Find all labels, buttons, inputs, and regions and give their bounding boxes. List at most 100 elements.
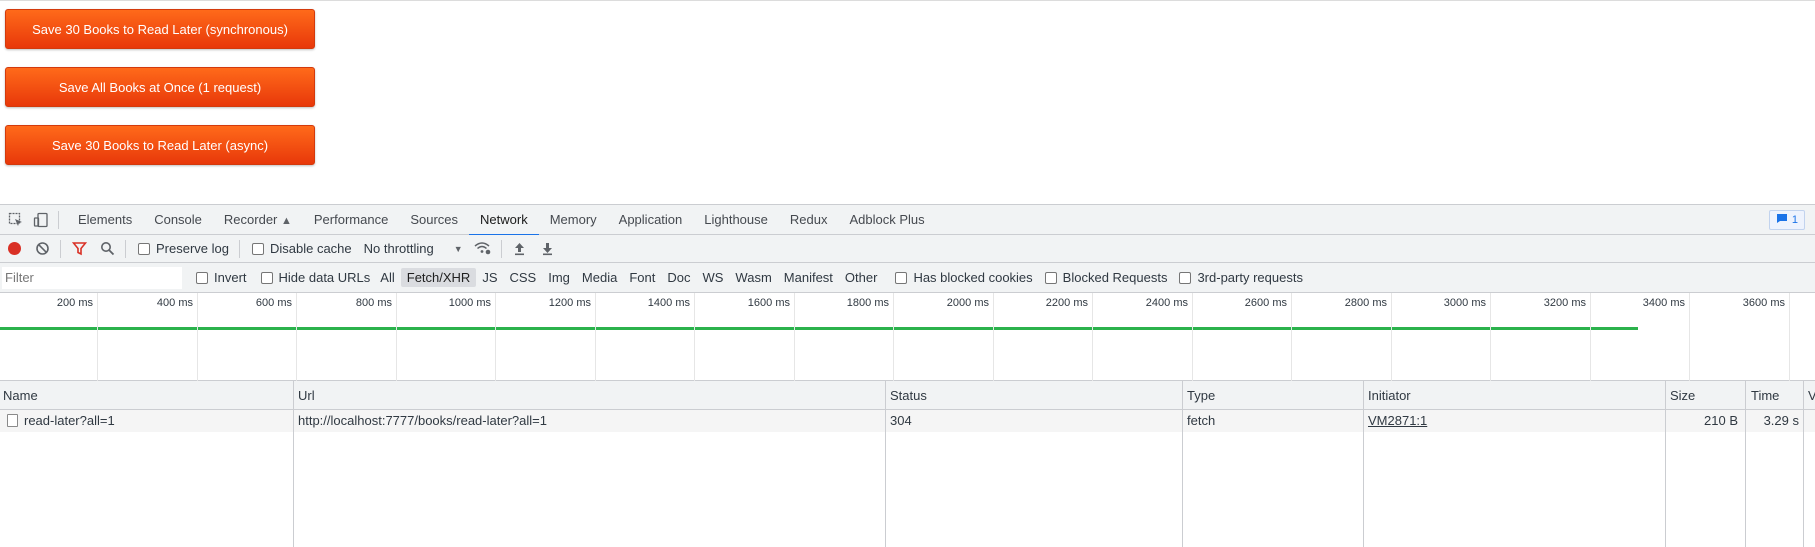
table-header: Name Url Status Type Initiator Size Time… — [0, 381, 1815, 410]
save-all-books-button[interactable]: Save All Books at Once (1 request) — [5, 67, 315, 107]
filter-type-font[interactable]: Font — [623, 268, 661, 287]
checkbox-box — [260, 271, 273, 284]
timeline-gridline — [1291, 293, 1292, 381]
filter-input[interactable]: Filter — [2, 266, 182, 289]
top-divider — [0, 0, 1815, 1]
throttling-select[interactable]: No throttling ▼ — [364, 241, 463, 256]
column-divider[interactable] — [1182, 381, 1183, 547]
timeline-gridline — [1192, 293, 1193, 381]
wifi-settings-icon — [474, 242, 490, 255]
filter-type-css[interactable]: CSS — [504, 268, 543, 287]
search-button[interactable] — [93, 235, 121, 263]
column-header-size[interactable]: Size — [1667, 381, 1747, 410]
devtools-tabbar: Elements Console Recorder ▲ Performance … — [0, 205, 1815, 236]
messages-count: 1 — [1791, 214, 1798, 226]
checkbox-box — [895, 271, 908, 284]
filter-type-media[interactable]: Media — [576, 268, 623, 287]
timeline-tick-label: 800 ms — [355, 297, 392, 309]
column-header-name[interactable]: Name — [0, 381, 293, 410]
timeline-gridline — [1789, 293, 1790, 381]
chevron-down-icon: ▼ — [453, 243, 463, 254]
filter-type-doc[interactable]: Doc — [661, 268, 696, 287]
import-har-button[interactable] — [506, 235, 534, 263]
column-header-time[interactable]: Time — [1748, 381, 1803, 410]
timeline-gridline — [595, 293, 596, 381]
request-size: 210 B — [1704, 413, 1738, 428]
third-party-requests-label: 3rd-party requests — [1197, 270, 1303, 285]
invert-checkbox[interactable]: Invert — [196, 270, 247, 285]
timeline-tick-label: 1000 ms — [448, 297, 491, 309]
timeline-gridline — [396, 293, 397, 381]
filter-type-img[interactable]: Img — [542, 268, 576, 287]
save-30-books-async-button[interactable]: Save 30 Books to Read Later (async) — [5, 125, 315, 165]
tab-recorder[interactable]: Recorder ▲ — [213, 205, 303, 235]
inspect-element-icon[interactable] — [7, 211, 25, 229]
tab-sources[interactable]: Sources — [399, 205, 469, 235]
column-divider[interactable] — [1803, 381, 1804, 547]
request-initiator-link[interactable]: VM2871:1 — [1365, 410, 1665, 432]
checkbox-box — [1044, 271, 1057, 284]
disable-cache-checkbox[interactable]: Disable cache — [251, 241, 352, 256]
throttling-value: No throttling — [363, 241, 434, 256]
tab-recorder-label: Recorder — [223, 211, 278, 227]
filter-type-other[interactable]: Other — [839, 268, 884, 287]
column-divider[interactable] — [293, 381, 294, 547]
filter-toggle-button[interactable] — [65, 235, 93, 263]
save-30-books-sync-button[interactable]: Save 30 Books to Read Later (synchronous… — [5, 9, 315, 49]
tab-elements[interactable]: Elements — [67, 205, 143, 235]
preserve-log-checkbox[interactable]: Preserve log — [138, 241, 229, 256]
messages-badge[interactable]: 1 — [1768, 210, 1805, 230]
filter-type-ws[interactable]: WS — [696, 268, 729, 287]
tab-redux[interactable]: Redux — [779, 205, 839, 235]
export-har-button[interactable] — [534, 235, 562, 263]
column-header-waterfall[interactable]: V — [1805, 381, 1815, 410]
page: Save 30 Books to Read Later (synchronous… — [0, 0, 1815, 547]
filter-type-manifest[interactable]: Manifest — [778, 268, 839, 287]
column-divider[interactable] — [1665, 381, 1666, 547]
tab-console[interactable]: Console — [143, 205, 213, 235]
third-party-requests-checkbox[interactable]: 3rd-party requests — [1179, 270, 1303, 285]
timeline-tick-label: 2800 ms — [1344, 297, 1387, 309]
timeline-tick-label: 3600 ms — [1742, 297, 1785, 309]
has-blocked-cookies-checkbox[interactable]: Has blocked cookies — [895, 270, 1033, 285]
message-icon — [1776, 213, 1788, 227]
timeline-gridline — [296, 293, 297, 381]
filter-icon — [71, 242, 87, 256]
filter-type-js[interactable]: JS — [476, 268, 503, 287]
column-header-type[interactable]: Type — [1184, 381, 1364, 410]
blocked-requests-checkbox[interactable]: Blocked Requests — [1044, 270, 1167, 285]
table-row[interactable]: read-later?all=1 http://localhost:7777/b… — [0, 410, 1815, 432]
tab-adblock-plus[interactable]: Adblock Plus — [838, 205, 935, 235]
filter-type-all[interactable]: All — [374, 268, 400, 287]
clear-button[interactable] — [28, 235, 56, 263]
column-divider[interactable] — [885, 381, 886, 547]
tabbar-separator — [58, 210, 59, 229]
hide-data-urls-checkbox[interactable]: Hide data URLs — [260, 270, 370, 285]
tab-performance[interactable]: Performance — [303, 205, 399, 235]
search-icon — [100, 242, 114, 256]
fetch-file-icon — [7, 414, 18, 427]
column-header-status[interactable]: Status — [887, 381, 1181, 410]
timeline-gridline — [197, 293, 198, 381]
device-toolbar-icon[interactable] — [32, 211, 50, 229]
tab-lighthouse[interactable]: Lighthouse — [693, 205, 779, 235]
tab-network[interactable]: Network — [469, 205, 539, 236]
timeline-tick-label: 1800 ms — [846, 297, 889, 309]
record-button[interactable] — [0, 235, 28, 263]
toolbar-separator — [60, 239, 61, 258]
column-header-url[interactable]: Url — [295, 381, 885, 410]
network-overview-timeline[interactable]: 200 ms 400 ms 600 ms 800 ms 1000 ms 1200 ms 14… — [0, 293, 1815, 381]
column-divider[interactable] — [1745, 381, 1746, 547]
timeline-gridline — [694, 293, 695, 381]
column-header-initiator[interactable]: Initiator — [1365, 381, 1665, 410]
request-name: read-later?all=1 — [24, 413, 115, 428]
tab-memory[interactable]: Memory — [539, 205, 608, 235]
filter-type-wasm[interactable]: Wasm — [729, 268, 777, 287]
column-divider[interactable] — [1363, 381, 1364, 547]
timeline-gridline — [97, 293, 98, 381]
tab-application[interactable]: Application — [608, 205, 694, 235]
flask-icon: ▲ — [281, 214, 292, 227]
timeline-gridline — [1590, 293, 1591, 381]
filter-type-fetch-xhr[interactable]: Fetch/XHR — [400, 268, 477, 287]
network-conditions-button[interactable] — [469, 235, 497, 263]
